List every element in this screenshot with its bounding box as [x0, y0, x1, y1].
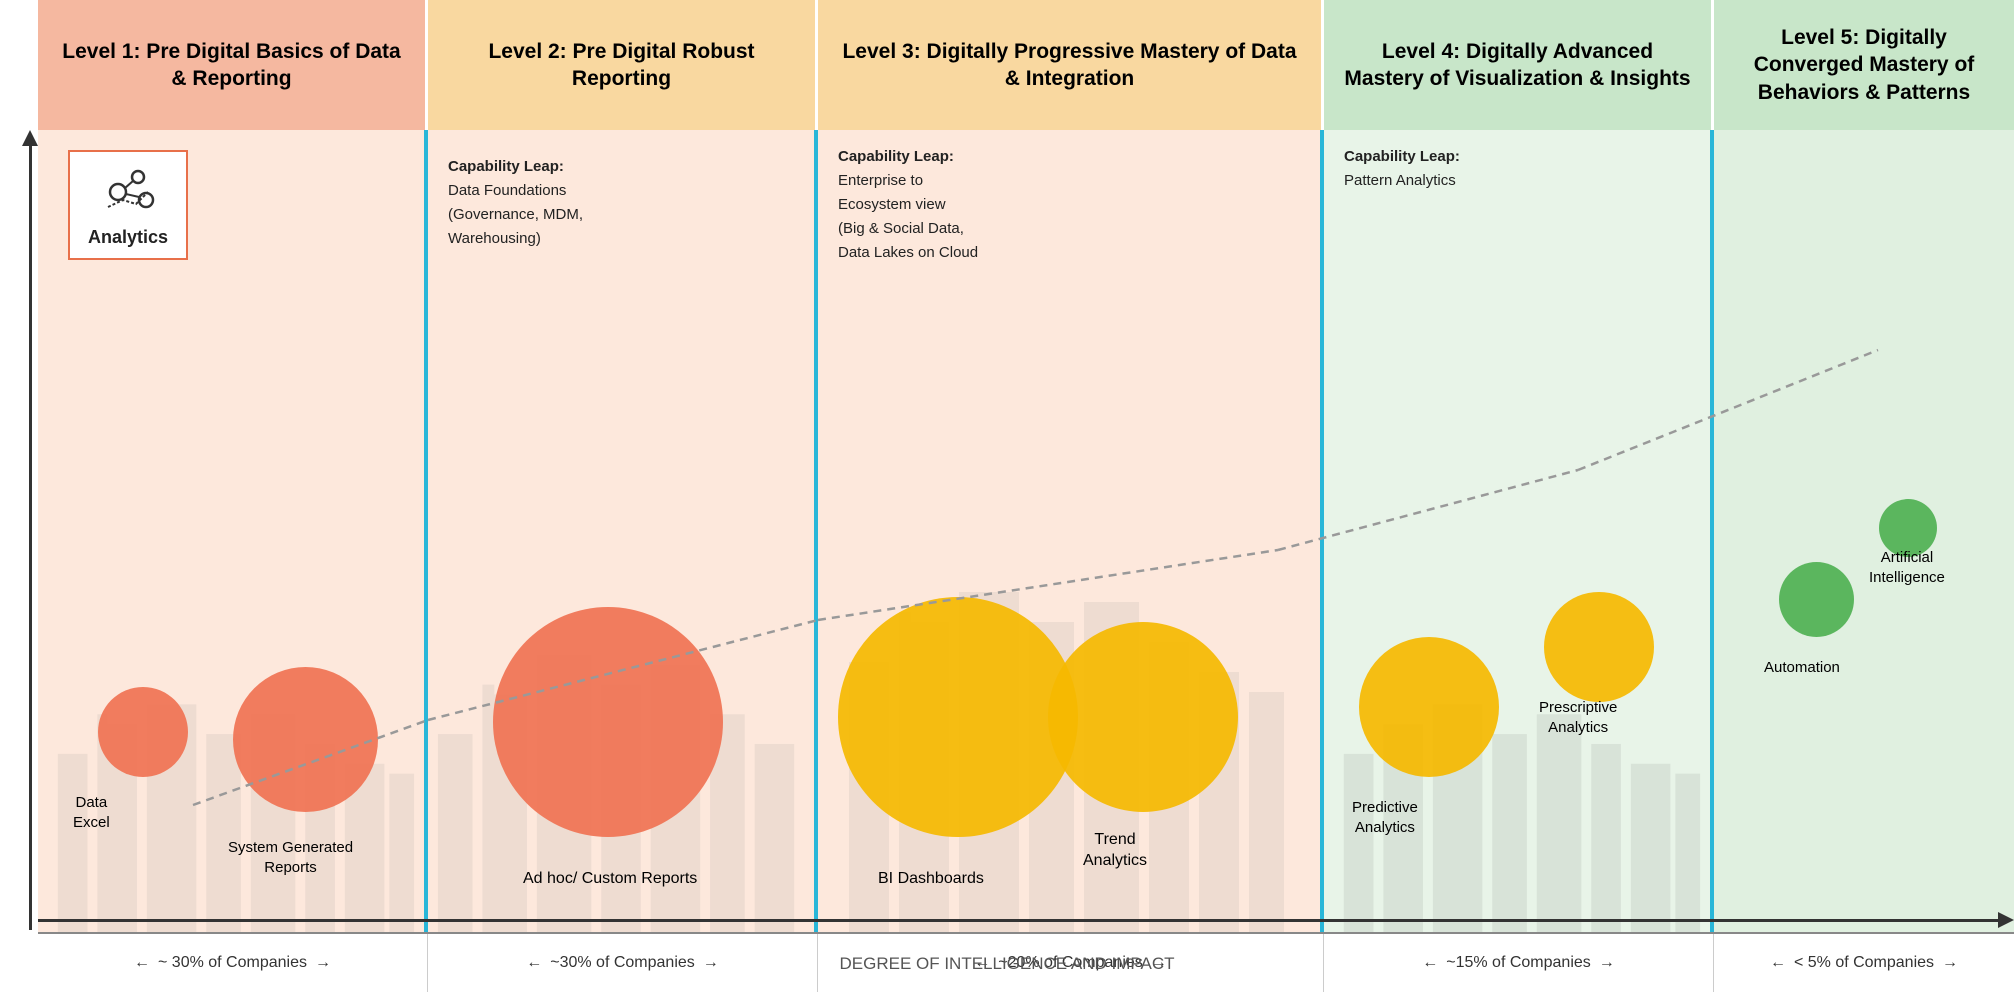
- col3-capability-leap: Capability Leap: Enterprise toEcosystem …: [838, 145, 978, 265]
- analytics-label: Analytics: [88, 227, 168, 248]
- x-axis: [38, 910, 2014, 930]
- content-area: Analytics DataExcel System GeneratedRepo…: [38, 130, 2014, 932]
- col2-capability-leap: Capability Leap: Data Foundations(Govern…: [448, 155, 583, 251]
- trend-analytics-label: TrendAnalytics: [1083, 830, 1147, 872]
- stat5: ← < 5% of Companies →: [1714, 934, 2014, 992]
- header-row: Level 1: Pre Digital Basics of Data & Re…: [38, 0, 2014, 130]
- analytics-icon: [98, 162, 158, 222]
- col4-capability-leap: Capability Leap: Pattern Analytics: [1344, 145, 1460, 193]
- ai-label: ArtificialIntelligence: [1869, 548, 1945, 587]
- x-axis-line: [38, 919, 1998, 922]
- bi-dashboards-bubble: [838, 597, 1078, 837]
- trend-analytics-bubble: [1048, 622, 1238, 812]
- level2-header: Level 2: Pre Digital Robust Reporting: [428, 0, 818, 130]
- col2: Capability Leap: Data Foundations(Govern…: [428, 130, 818, 932]
- prescriptive-analytics-bubble: [1544, 592, 1654, 702]
- level1-header: Level 1: Pre Digital Basics of Data & Re…: [38, 0, 428, 130]
- adhoc-reports-bubble: [493, 607, 723, 837]
- col1: Analytics DataExcel System GeneratedRepo…: [38, 130, 428, 932]
- data-excel-bubble: [98, 687, 188, 777]
- system-reports-bubble: [233, 667, 378, 812]
- col4: Capability Leap: Pattern Analytics Predi…: [1324, 130, 1714, 932]
- y-axis-line: [29, 146, 32, 930]
- col5: Automation ArtificialIntelligence: [1714, 130, 2014, 932]
- analytics-icon-box: Analytics: [68, 150, 188, 260]
- x-axis-label: DEGREE OF INTELLIGENCE AND IMPACT: [839, 954, 1174, 974]
- stat4: ← ~15% of Companies →: [1324, 934, 1714, 992]
- level5-header: Level 5: Digitally Converged Mastery of …: [1714, 0, 2014, 130]
- predictive-analytics-label: PredictiveAnalytics: [1352, 798, 1418, 837]
- adhoc-reports-label: Ad hoc/ Custom Reports: [523, 869, 697, 890]
- main-wrapper: Level 1: Pre Digital Basics of Data & Re…: [0, 0, 2014, 992]
- predictive-analytics-bubble: [1359, 637, 1499, 777]
- data-excel-label: DataExcel: [73, 793, 110, 832]
- level4-header: Level 4: Digitally Advanced Mastery of V…: [1324, 0, 1714, 130]
- stat1: ← ~ 30% of Companies →: [38, 934, 428, 992]
- stat2: ← ~30% of Companies →: [428, 934, 818, 992]
- level3-header: Level 3: Digitally Progressive Mastery o…: [818, 0, 1324, 130]
- system-reports-label: System GeneratedReports: [228, 838, 353, 877]
- x-arrow: [1998, 912, 2014, 928]
- y-axis: [20, 130, 40, 930]
- prescriptive-analytics-label: PrescriptiveAnalytics: [1539, 698, 1617, 737]
- y-arrow: [22, 130, 38, 146]
- automation-bubble: [1779, 562, 1854, 637]
- bi-dashboards-label: BI Dashboards: [878, 869, 984, 890]
- col3: Capability Leap: Enterprise toEcosystem …: [818, 130, 1324, 932]
- automation-label: Automation: [1764, 658, 1840, 678]
